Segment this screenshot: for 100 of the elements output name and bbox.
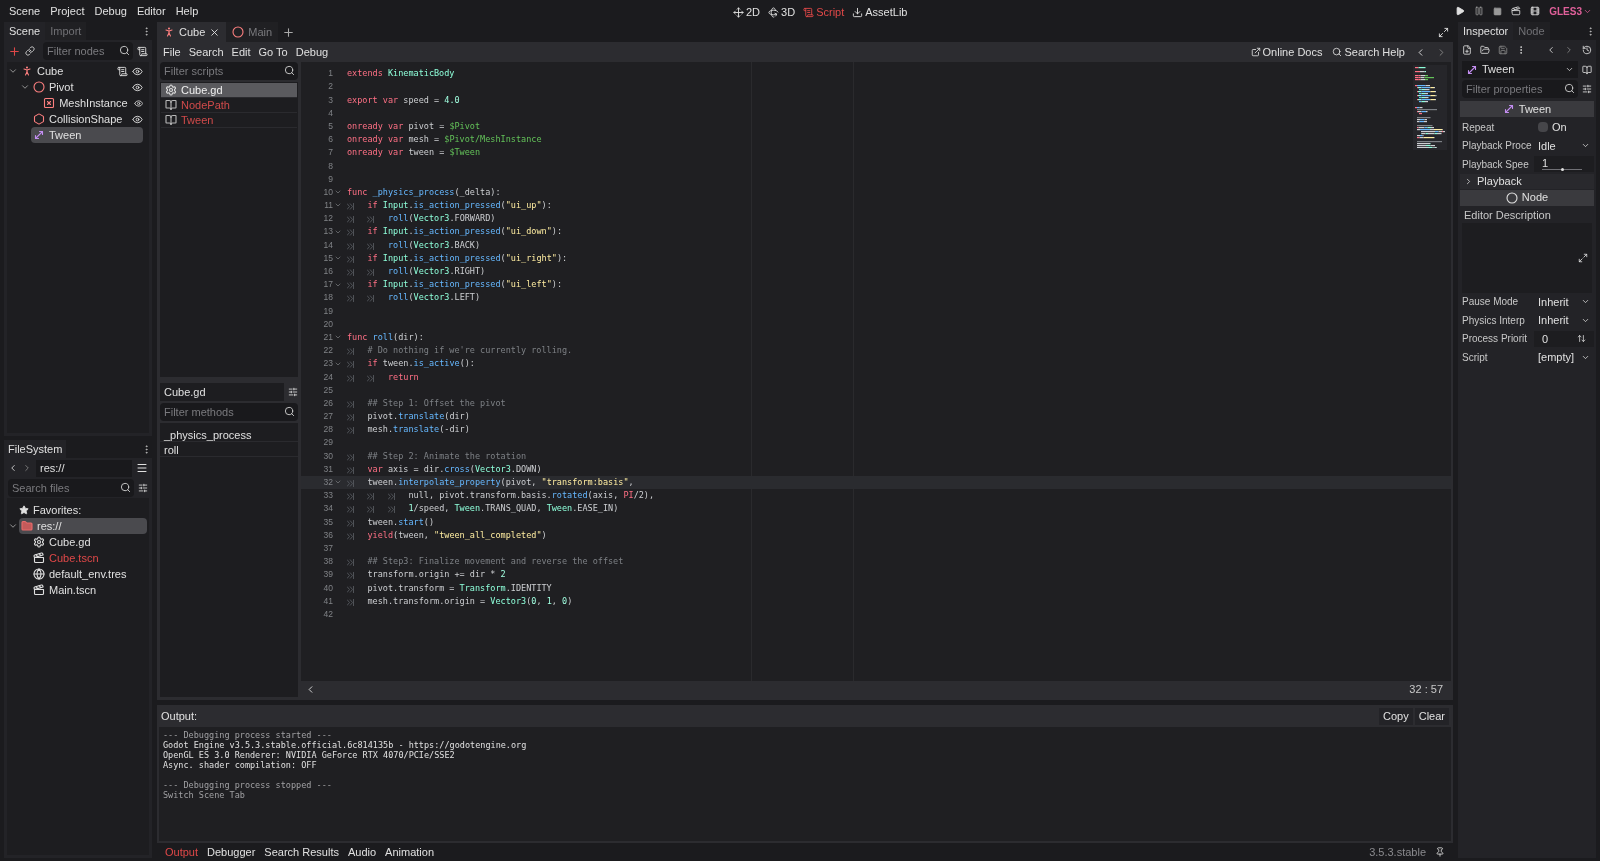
attach-script-icon[interactable] bbox=[137, 45, 148, 57]
renderer-dropdown[interactable]: GLES3 bbox=[1549, 3, 1592, 19]
script-icon[interactable] bbox=[117, 65, 128, 77]
pause-icon[interactable] bbox=[1474, 6, 1485, 16]
filter-properties-field[interactable]: Filter properties bbox=[1462, 80, 1578, 98]
menu-item[interactable]: Debug bbox=[89, 2, 132, 20]
filesystem-entry[interactable]: Cube.tscn bbox=[31, 550, 147, 566]
tree-item[interactable]: Pivot bbox=[31, 79, 128, 95]
bottom-tab[interactable]: Debugger bbox=[203, 843, 260, 861]
tree-item[interactable]: CollisionShape bbox=[31, 111, 128, 127]
bottom-tab[interactable]: Output bbox=[161, 843, 203, 861]
workspace-button[interactable]: 2D bbox=[733, 4, 761, 21]
pin-icon[interactable] bbox=[1435, 847, 1445, 857]
script-item[interactable]: Tween bbox=[161, 113, 297, 128]
filesystem-entry[interactable]: Cube.gd bbox=[31, 534, 147, 550]
slider-field[interactable]: 1 bbox=[1534, 156, 1594, 173]
menu-item[interactable]: Project bbox=[45, 2, 90, 20]
object-dropdown[interactable]: Tween bbox=[1462, 61, 1578, 78]
tab-marker-icon bbox=[367, 216, 375, 224]
dropdown[interactable]: Inherit bbox=[1534, 293, 1594, 310]
chevron-icon[interactable] bbox=[8, 521, 18, 531]
checkbox[interactable]: On bbox=[1534, 119, 1594, 136]
filesystem-entry[interactable]: Main.tscn bbox=[31, 582, 147, 598]
close-icon[interactable] bbox=[209, 26, 221, 38]
menu-item[interactable]: Help bbox=[170, 2, 204, 20]
folder-icon bbox=[21, 520, 33, 532]
filter-nodes-field[interactable]: Filter nodes bbox=[43, 42, 133, 60]
add-tab-icon[interactable] bbox=[282, 25, 296, 39]
search-files-field[interactable]: Search files bbox=[8, 479, 134, 497]
eye-icon[interactable] bbox=[133, 97, 143, 109]
menu-item[interactable]: File bbox=[159, 43, 185, 61]
tree-item[interactable]: Cube bbox=[19, 63, 113, 79]
filesystem-entry[interactable]: res:// bbox=[19, 518, 147, 534]
filter-scripts-field[interactable]: Filter scripts bbox=[160, 62, 298, 80]
eye-icon[interactable] bbox=[132, 65, 143, 77]
play-icon[interactable] bbox=[1455, 6, 1466, 16]
method-item[interactable]: roll bbox=[160, 442, 298, 457]
tab-marker-icon bbox=[347, 255, 354, 263]
filter-methods-field[interactable]: Filter methods bbox=[160, 403, 298, 421]
forward-icon[interactable] bbox=[1564, 45, 1574, 55]
filesystem-entry[interactable]: default_env.tres bbox=[31, 566, 147, 582]
dropdown[interactable]: Idle bbox=[1534, 137, 1594, 154]
slider-thumb[interactable] bbox=[1561, 168, 1565, 172]
dock-tab[interactable]: Inspector bbox=[1458, 22, 1514, 40]
tree-item[interactable]: MeshInstance bbox=[41, 95, 130, 111]
section-header[interactable]: Playback bbox=[1460, 173, 1594, 189]
method-item[interactable]: _physics_process bbox=[160, 427, 298, 442]
bottom-tab[interactable]: Audio bbox=[343, 843, 381, 861]
document-tab[interactable]: Cube bbox=[157, 22, 227, 42]
workspace-button[interactable]: Script bbox=[803, 4, 845, 21]
path-field[interactable]: res:// bbox=[36, 459, 132, 477]
dropdown[interactable]: [empty] bbox=[1534, 349, 1594, 366]
book-icon[interactable] bbox=[1582, 64, 1592, 75]
dock-tab[interactable]: Scene bbox=[4, 22, 46, 40]
sort-icon[interactable] bbox=[138, 483, 148, 493]
chevron-icon[interactable] bbox=[20, 82, 30, 92]
output-title: Output: bbox=[161, 708, 198, 724]
filter-options-icon[interactable] bbox=[1582, 84, 1592, 94]
back-icon[interactable] bbox=[8, 463, 18, 473]
eye-icon[interactable] bbox=[132, 113, 143, 125]
dropdown[interactable]: Inherit bbox=[1534, 312, 1594, 329]
eye-icon[interactable] bbox=[132, 81, 143, 93]
film-icon[interactable] bbox=[1530, 6, 1541, 16]
save-icon[interactable] bbox=[1498, 45, 1508, 55]
history-icon[interactable] bbox=[1582, 45, 1592, 55]
output-button[interactable]: Copy bbox=[1379, 707, 1413, 725]
stop-icon[interactable] bbox=[1493, 6, 1503, 16]
number-field[interactable]: 0 bbox=[1534, 330, 1594, 347]
bottom-tab[interactable]: Animation bbox=[381, 843, 438, 861]
back-icon[interactable] bbox=[1546, 45, 1556, 55]
help-link[interactable]: Search Help bbox=[1332, 43, 1405, 61]
description-field[interactable] bbox=[1462, 222, 1592, 293]
forward-icon[interactable] bbox=[22, 463, 32, 473]
menu-item[interactable]: Edit bbox=[227, 43, 255, 61]
document-tab[interactable]: Main bbox=[226, 22, 279, 42]
output-button[interactable]: Clear bbox=[1414, 707, 1449, 725]
fullscreen-icon[interactable] bbox=[1438, 26, 1449, 38]
menu-item[interactable]: Go To bbox=[254, 43, 292, 61]
script-item[interactable]: NodePath bbox=[161, 98, 297, 113]
bottom-tab[interactable]: Search Results bbox=[260, 843, 343, 861]
open-folder-icon[interactable] bbox=[1480, 45, 1490, 55]
menu-item[interactable]: Debug bbox=[291, 43, 333, 61]
tree-item[interactable]: Tween bbox=[31, 127, 143, 143]
link-icon[interactable] bbox=[25, 46, 35, 56]
menu-item[interactable]: Scene bbox=[4, 2, 46, 20]
menu-item[interactable]: Search bbox=[184, 43, 228, 61]
menu-item[interactable]: Editor bbox=[131, 2, 171, 20]
add-icon[interactable] bbox=[8, 44, 21, 58]
sort-icon[interactable] bbox=[288, 387, 298, 397]
list-view-icon[interactable] bbox=[136, 462, 148, 474]
dock-tab[interactable]: FileSystem bbox=[4, 440, 67, 458]
code-line: ## Step 1: Offset the pivot bbox=[347, 396, 506, 410]
new-resource-icon[interactable] bbox=[1462, 45, 1472, 55]
expand-icon[interactable] bbox=[1578, 252, 1588, 263]
workspace-button[interactable]: AssetLib bbox=[852, 4, 908, 21]
clapperboard-icon[interactable] bbox=[1511, 6, 1522, 16]
workspace-button[interactable]: 3D bbox=[768, 4, 796, 21]
help-link[interactable]: Online Docs bbox=[1250, 43, 1323, 61]
chevron-icon[interactable] bbox=[8, 66, 18, 76]
script-item[interactable]: Cube.gd bbox=[161, 83, 297, 98]
